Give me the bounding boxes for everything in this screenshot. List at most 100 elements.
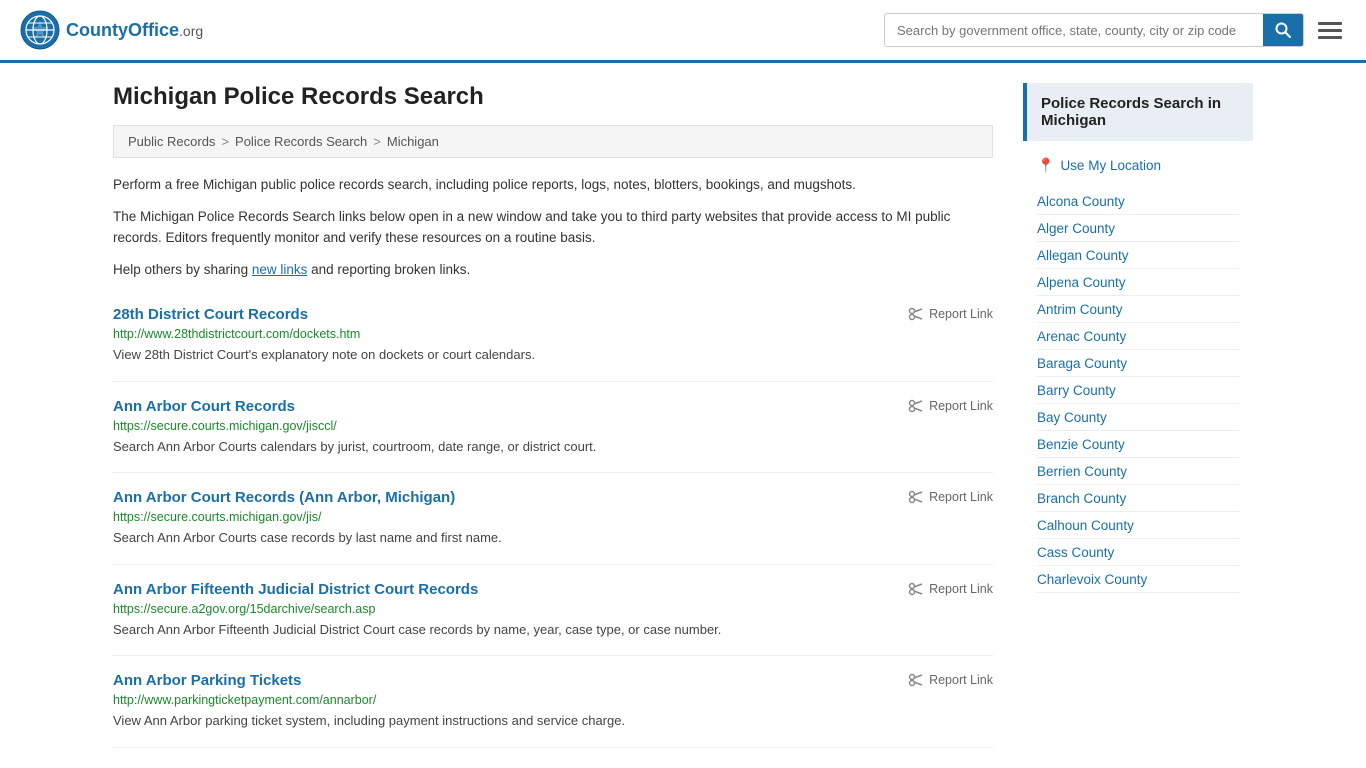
sidebar-county-link[interactable]: Branch County — [1037, 491, 1126, 506]
menu-line-3 — [1318, 36, 1342, 39]
sidebar-county-link[interactable]: Cass County — [1037, 545, 1114, 560]
sidebar: Police Records Search in Michigan 📍 Use … — [1023, 83, 1253, 748]
report-link-label: Report Link — [929, 490, 993, 504]
record-header: Ann Arbor Fifteenth Judicial District Co… — [113, 581, 993, 598]
sidebar-county-item: Alpena County — [1037, 269, 1239, 296]
new-links-link[interactable]: new links — [252, 262, 308, 277]
search-button[interactable] — [1263, 14, 1303, 46]
record-description: View 28th District Court's explanatory n… — [113, 345, 993, 365]
record-item: 28th District Court Records Report Link … — [113, 290, 993, 382]
description-2: The Michigan Police Records Search links… — [113, 206, 993, 249]
record-title: 28th District Court Records — [113, 306, 308, 323]
sidebar-county-link[interactable]: Barry County — [1037, 383, 1116, 398]
record-title-link[interactable]: Ann Arbor Parking Tickets — [113, 672, 301, 689]
search-icon — [1275, 22, 1291, 38]
breadcrumb-sep-2: > — [373, 134, 381, 149]
report-link-button[interactable]: Report Link — [908, 489, 993, 505]
sidebar-county-item: Antrim County — [1037, 296, 1239, 323]
sidebar-county-link[interactable]: Charlevoix County — [1037, 572, 1147, 587]
main-container: Michigan Police Records Search Public Re… — [93, 63, 1273, 768]
record-description: Search Ann Arbor Fifteenth Judicial Dist… — [113, 620, 993, 640]
sidebar-county-link[interactable]: Benzie County — [1037, 437, 1125, 452]
menu-line-1 — [1318, 22, 1342, 25]
report-link-label: Report Link — [929, 673, 993, 687]
header: CountyOffice.org — [0, 0, 1366, 63]
sidebar-county-link[interactable]: Alpena County — [1037, 275, 1126, 290]
sidebar-county-item: Alcona County — [1037, 188, 1239, 215]
description-3-suffix: and reporting broken links. — [307, 262, 470, 277]
record-title-link[interactable]: Ann Arbor Fifteenth Judicial District Co… — [113, 581, 478, 598]
location-pin-icon: 📍 — [1037, 157, 1054, 174]
breadcrumb-police-records-search[interactable]: Police Records Search — [235, 134, 367, 149]
records-list: 28th District Court Records Report Link … — [113, 290, 993, 748]
logo-icon — [20, 10, 60, 50]
hamburger-menu-button[interactable] — [1314, 18, 1346, 43]
record-header: Ann Arbor Court Records Report Link — [113, 398, 993, 415]
search-input[interactable] — [885, 15, 1263, 46]
breadcrumb-public-records[interactable]: Public Records — [128, 134, 215, 149]
record-title-link[interactable]: Ann Arbor Court Records — [113, 398, 295, 415]
menu-line-2 — [1318, 29, 1342, 32]
sidebar-location: 📍 Use My Location — [1023, 151, 1253, 180]
sidebar-county-item: Bay County — [1037, 404, 1239, 431]
sidebar-counties-list: Alcona County Alger County Allegan County A… — [1023, 188, 1253, 593]
record-url[interactable]: http://www.parkingticketpayment.com/anna… — [113, 693, 993, 707]
page-title: Michigan Police Records Search — [113, 83, 993, 111]
report-link-button[interactable]: Report Link — [908, 306, 993, 322]
report-link-button[interactable]: Report Link — [908, 398, 993, 414]
sidebar-county-link[interactable]: Calhoun County — [1037, 518, 1134, 533]
header-right — [884, 13, 1346, 47]
record-title-link[interactable]: Ann Arbor Court Records (Ann Arbor, Mich… — [113, 489, 455, 506]
report-link-button[interactable]: Report Link — [908, 672, 993, 688]
sidebar-county-link[interactable]: Alger County — [1037, 221, 1115, 236]
record-url[interactable]: https://secure.courts.michigan.gov/jis/ — [113, 510, 993, 524]
record-description: Search Ann Arbor Courts calendars by jur… — [113, 437, 993, 457]
sidebar-county-item: Barry County — [1037, 377, 1239, 404]
record-url[interactable]: https://secure.a2gov.org/15darchive/sear… — [113, 602, 993, 616]
scissors-icon — [908, 581, 924, 597]
record-item: Ann Arbor Court Records (Ann Arbor, Mich… — [113, 473, 993, 565]
report-link-label: Report Link — [929, 399, 993, 413]
sidebar-title: Police Records Search in Michigan — [1023, 83, 1253, 141]
record-header: 28th District Court Records Report Link — [113, 306, 993, 323]
record-item: Ann Arbor Court Records Report Link http… — [113, 382, 993, 474]
sidebar-county-link[interactable]: Arenac County — [1037, 329, 1126, 344]
sidebar-county-item: Branch County — [1037, 485, 1239, 512]
search-bar — [884, 13, 1304, 47]
breadcrumb-sep-1: > — [221, 134, 229, 149]
scissors-icon — [908, 306, 924, 322]
sidebar-county-item: Baraga County — [1037, 350, 1239, 377]
breadcrumb-michigan: Michigan — [387, 134, 439, 149]
scissors-icon — [908, 489, 924, 505]
record-description: View Ann Arbor parking ticket system, in… — [113, 711, 993, 731]
sidebar-county-link[interactable]: Bay County — [1037, 410, 1107, 425]
sidebar-county-item: Alger County — [1037, 215, 1239, 242]
record-url[interactable]: http://www.28thdistrictcourt.com/dockets… — [113, 327, 993, 341]
record-title-link[interactable]: 28th District Court Records — [113, 306, 308, 323]
record-title: Ann Arbor Fifteenth Judicial District Co… — [113, 581, 478, 598]
sidebar-county-link[interactable]: Alcona County — [1037, 194, 1125, 209]
scissors-icon — [908, 672, 924, 688]
report-link-button[interactable]: Report Link — [908, 581, 993, 597]
record-description: Search Ann Arbor Courts case records by … — [113, 528, 993, 548]
sidebar-county-item: Charlevoix County — [1037, 566, 1239, 593]
logo-text: CountyOffice.org — [66, 20, 203, 41]
logo-area: CountyOffice.org — [20, 10, 203, 50]
report-link-label: Report Link — [929, 307, 993, 321]
scissors-icon — [908, 398, 924, 414]
description-3-prefix: Help others by sharing — [113, 262, 252, 277]
sidebar-county-link[interactable]: Baraga County — [1037, 356, 1127, 371]
sidebar-county-item: Allegan County — [1037, 242, 1239, 269]
sidebar-county-link[interactable]: Allegan County — [1037, 248, 1129, 263]
sidebar-county-link[interactable]: Berrien County — [1037, 464, 1127, 479]
report-link-label: Report Link — [929, 582, 993, 596]
sidebar-county-item: Berrien County — [1037, 458, 1239, 485]
sidebar-county-link[interactable]: Antrim County — [1037, 302, 1123, 317]
sidebar-county-item: Calhoun County — [1037, 512, 1239, 539]
description-1: Perform a free Michigan public police re… — [113, 174, 993, 196]
use-my-location-link[interactable]: Use My Location — [1060, 158, 1161, 173]
record-header: Ann Arbor Court Records (Ann Arbor, Mich… — [113, 489, 993, 506]
record-item: Ann Arbor Parking Tickets Report Link ht… — [113, 656, 993, 748]
breadcrumb: Public Records > Police Records Search >… — [113, 125, 993, 158]
record-url[interactable]: https://secure.courts.michigan.gov/jiscc… — [113, 419, 993, 433]
